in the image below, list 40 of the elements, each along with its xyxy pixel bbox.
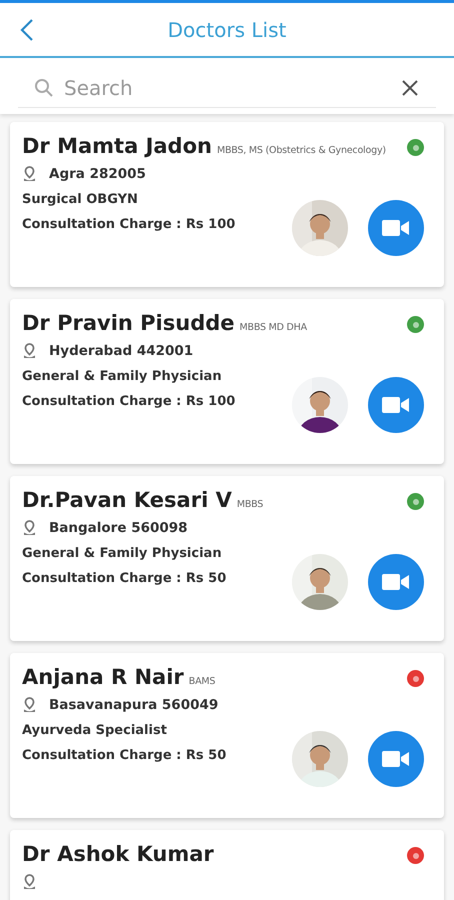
search-input[interactable]: Search (62, 74, 392, 100)
doctor-specialty: General & Family Physician (22, 546, 223, 561)
doctor-card[interactable]: Dr Ashok Kumar (10, 830, 444, 900)
doctor-card[interactable]: Dr Mamta Jadon MBBS, MS (Obstetrics & Gynecology) Agra 282005 Surgical OBGYN Consultation Charge : Rs 100 (10, 122, 444, 287)
doctor-location: Hyderabad 442001 (49, 343, 194, 359)
clear-button[interactable] (400, 78, 420, 98)
doctor-degree: MBBS MD DHA (240, 322, 307, 333)
location-pin-icon (22, 520, 37, 536)
doctor-degree: BAMS (188, 676, 216, 687)
video-camera-icon[interactable] (382, 396, 410, 414)
doctor-degree: MBBS, MS (Obstetrics & Gynecology) (216, 145, 386, 156)
consultation-charge: Consultation Charge : Rs 100 (22, 217, 236, 232)
doctor-location: Agra 282005 (49, 166, 146, 182)
video-camera-icon[interactable] (382, 750, 410, 768)
doctor-location: Bangalore 560098 (49, 520, 188, 536)
doctor-name: Anjana R Nair (22, 665, 184, 689)
search-icon (34, 78, 54, 98)
doctor-degree: MBBS (236, 499, 264, 510)
consultation-charge: Consultation Charge : Rs 50 (22, 748, 226, 763)
doctor-specialty: Surgical OBGYN (22, 192, 139, 207)
doctor-name: Dr.Pavan Kesari V (22, 488, 232, 512)
search-field[interactable]: Search (18, 68, 436, 108)
doctor-name: Dr Pravin Pisudde (22, 311, 235, 335)
location-pin-icon (22, 343, 37, 359)
doctor-card[interactable]: Dr.Pavan Kesari V MBBS Bangalore 560098 General & Family Physician Consultation Charge : Rs 50 (10, 476, 444, 641)
video-camera-icon[interactable] (382, 573, 410, 591)
location-pin-icon (22, 697, 37, 713)
consultation-charge: Consultation Charge : Rs 100 (22, 394, 236, 409)
doctor-location: Basavanapura 560049 (49, 697, 218, 713)
consultation-charge: Consultation Charge : Rs 50 (22, 571, 226, 586)
location-pin-icon (22, 874, 37, 890)
video-camera-icon[interactable] (382, 219, 410, 237)
doctor-specialty: General & Family Physician (22, 369, 223, 384)
doctor-name: Dr Mamta Jadon (22, 134, 212, 158)
doctor-card[interactable]: Dr Pravin Pisudde MBBS MD DHA Hyderabad 442001 General & Family Physician Consultation Charge : Rs 100 (10, 299, 444, 464)
page-title: Doctors List (168, 18, 286, 42)
doctor-specialty: Ayurveda Specialist (22, 723, 168, 738)
doctor-name: Dr Ashok Kumar (22, 842, 214, 866)
location-pin-icon (22, 166, 37, 182)
doctor-card[interactable]: Anjana R Nair BAMS Basavanapura 560049 Ayurveda Specialist Consultation Charge : Rs 50 (10, 653, 444, 818)
